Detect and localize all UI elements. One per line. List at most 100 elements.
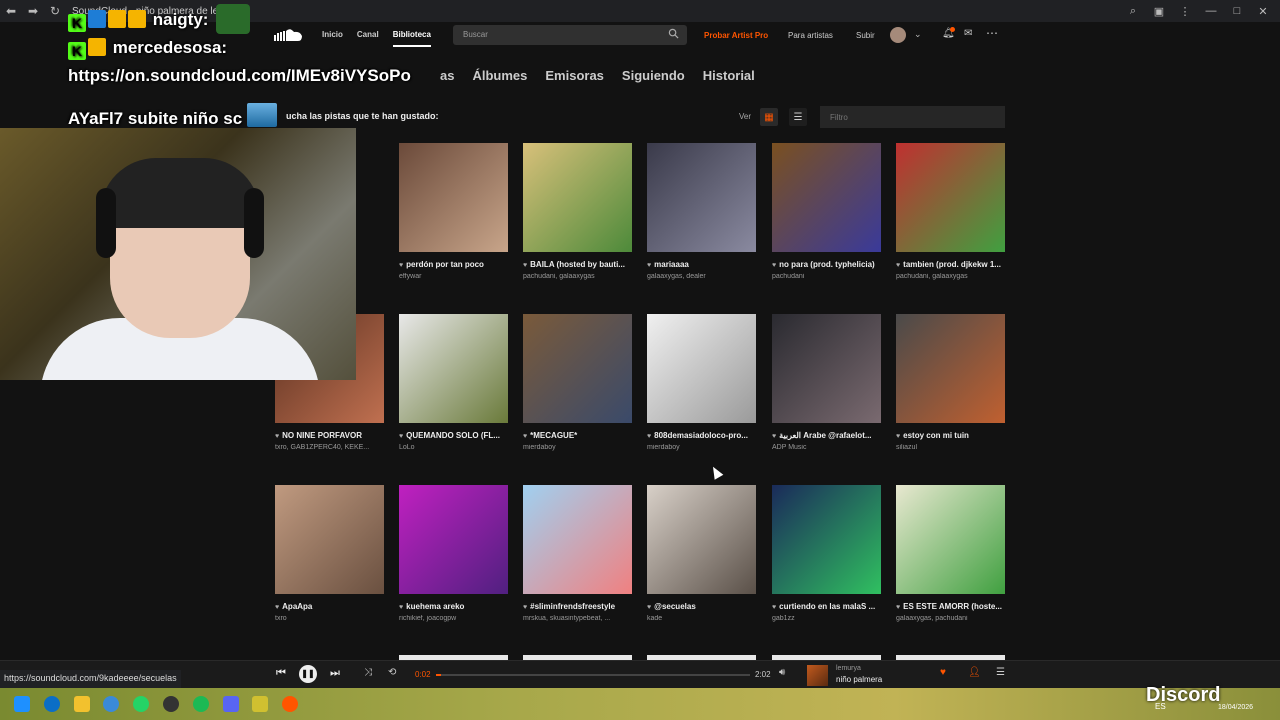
track-user[interactable]: pachudani, galaaxygas bbox=[523, 273, 632, 280]
search-input[interactable]: Buscar bbox=[453, 25, 687, 45]
track-artwork[interactable] bbox=[647, 485, 756, 594]
track-title[interactable]: ♥ estoy con mi tuin bbox=[896, 431, 1005, 440]
spotify-icon[interactable] bbox=[193, 696, 209, 712]
track-artwork[interactable] bbox=[275, 485, 384, 594]
track-artwork[interactable] bbox=[523, 485, 632, 594]
tab-albumes[interactable]: Álbumes bbox=[472, 68, 527, 83]
heart-icon[interactable]: ♥ bbox=[940, 667, 946, 678]
track-tile[interactable]: ♥ *MECAGUE* mierdaboy bbox=[523, 314, 632, 451]
track-tile[interactable]: ♥ #sliminfrendsfreestyle mrskua, skuasinty… bbox=[523, 485, 632, 622]
heart-icon[interactable]: ♥ bbox=[275, 433, 279, 440]
heart-icon[interactable]: ♥ bbox=[896, 433, 900, 440]
heart-icon[interactable]: ♥ bbox=[647, 604, 651, 611]
screen-icon[interactable]: ▣ bbox=[1148, 5, 1170, 18]
track-user[interactable]: txro, GAB1ZPERC40, KEKE... bbox=[275, 444, 384, 451]
now-playing-title[interactable]: niño palmera bbox=[836, 675, 882, 684]
follow-icon[interactable]: 👤︎ bbox=[968, 667, 981, 678]
track-title-text[interactable]: kuehema areko bbox=[406, 602, 464, 611]
windows-start-icon[interactable] bbox=[14, 696, 30, 712]
track-title[interactable]: ♥ kuehema areko bbox=[399, 602, 508, 611]
track-title[interactable]: ♥ ApaApa bbox=[275, 602, 384, 611]
heart-icon[interactable]: ♥ bbox=[523, 433, 527, 440]
tab-listas[interactable]: as bbox=[440, 68, 454, 83]
explorer-icon[interactable] bbox=[74, 696, 90, 712]
heart-icon[interactable]: ♥ bbox=[399, 433, 403, 440]
app-icon[interactable] bbox=[252, 696, 268, 712]
tab-historial[interactable]: Historial bbox=[703, 68, 755, 83]
track-title[interactable]: ♥ 808demasiadoloco-pro... bbox=[647, 431, 756, 440]
heart-icon[interactable]: ♥ bbox=[523, 604, 527, 611]
zoom-icon[interactable]: ⌕ bbox=[1122, 5, 1144, 18]
heart-icon[interactable]: ♥ bbox=[772, 433, 776, 440]
track-user[interactable]: siliazul bbox=[896, 444, 1005, 451]
track-tile[interactable]: ♥ perdón por tan poco effywar bbox=[399, 143, 508, 280]
track-tile[interactable]: ♥ العربية Arabe @rafaelot... ADP Music bbox=[772, 314, 881, 451]
track-tile[interactable]: ♥ QUEMANDO SOLO (FL... LoLo bbox=[399, 314, 508, 451]
minimize-icon[interactable]: — bbox=[1200, 5, 1222, 18]
track-title[interactable]: ♥ curtiendo en las malaS ... bbox=[772, 602, 881, 611]
track-title[interactable]: ♥ QUEMANDO SOLO (FL... bbox=[399, 431, 508, 440]
soundcloud-logo-icon[interactable] bbox=[274, 28, 304, 42]
menu-icon[interactable]: ⋮ bbox=[1174, 5, 1196, 18]
now-playing-artwork[interactable] bbox=[807, 665, 828, 686]
track-tile[interactable]: ♥ ApaApa txro bbox=[275, 485, 384, 622]
track-artwork[interactable] bbox=[896, 143, 1005, 252]
track-tile[interactable]: ♥ mariaaaa galaaxygas, dealer bbox=[647, 143, 756, 280]
track-user[interactable]: LoLo bbox=[399, 444, 508, 451]
track-tile[interactable]: ♥ kuehema areko richikief, joacogpw bbox=[399, 485, 508, 622]
track-title-text[interactable]: perdón por tan poco bbox=[406, 260, 484, 269]
track-title[interactable]: ♥ *MECAGUE* bbox=[523, 431, 632, 440]
nav-inicio[interactable]: Inicio bbox=[322, 30, 343, 47]
track-user[interactable]: mierdaboy bbox=[523, 444, 632, 451]
heart-icon[interactable]: ♥ bbox=[275, 604, 279, 611]
track-user[interactable]: mierdaboy bbox=[647, 444, 756, 451]
back-icon[interactable]: ⬅ bbox=[0, 4, 22, 18]
avatar[interactable] bbox=[890, 27, 906, 43]
track-artwork[interactable] bbox=[647, 143, 756, 252]
track-user[interactable]: pachudani, galaaxygas bbox=[896, 273, 1005, 280]
track-tile[interactable]: ♥ curtiendo en las malaS ... gab1zz bbox=[772, 485, 881, 622]
edge-icon[interactable] bbox=[44, 696, 60, 712]
track-artwork[interactable] bbox=[399, 143, 508, 252]
track-artwork[interactable] bbox=[772, 314, 881, 423]
track-tile[interactable]: ♥ BAILA (hosted by bauti... pachudani, gal… bbox=[523, 143, 632, 280]
track-tile[interactable]: ♥ 808demasiadoloco-pro... mierdaboy bbox=[647, 314, 756, 451]
track-title[interactable]: ♥ perdón por tan poco bbox=[399, 260, 508, 269]
reload-icon[interactable]: ↻ bbox=[44, 4, 66, 18]
track-artwork[interactable] bbox=[772, 485, 881, 594]
track-title-text[interactable]: no para (prod. typhelicia) bbox=[779, 260, 875, 269]
track-title-text[interactable]: *MECAGUE* bbox=[530, 431, 577, 440]
track-user[interactable]: galaaxygas, dealer bbox=[647, 273, 756, 280]
heart-icon[interactable]: ♥ bbox=[523, 262, 527, 269]
next-icon[interactable]: ⏭ bbox=[330, 667, 340, 680]
track-user[interactable]: txro bbox=[275, 615, 384, 622]
track-title-text[interactable]: tambien (prod. djkekw 1... bbox=[903, 260, 1001, 269]
heart-icon[interactable]: ♥ bbox=[896, 262, 900, 269]
track-title[interactable]: ♥ العربية Arabe @rafaelot... bbox=[772, 431, 881, 440]
close-icon[interactable]: ✕ bbox=[1252, 5, 1274, 18]
track-title[interactable]: ♥ tambien (prod. djkekw 1... bbox=[896, 260, 1005, 269]
list-view-icon[interactable]: ☰ bbox=[789, 108, 807, 126]
obs-icon[interactable] bbox=[163, 696, 179, 712]
language-indicator[interactable]: ES bbox=[1155, 702, 1166, 711]
track-user[interactable]: galaaxygas, pachudani bbox=[896, 615, 1005, 622]
forward-icon[interactable]: ➡ bbox=[22, 4, 44, 18]
track-artwork[interactable] bbox=[399, 314, 508, 423]
now-playing-artist[interactable]: lemurya bbox=[836, 665, 861, 672]
track-user[interactable]: effywar bbox=[399, 273, 508, 280]
heart-icon[interactable]: ♥ bbox=[772, 604, 776, 611]
track-artwork[interactable] bbox=[523, 314, 632, 423]
track-artwork[interactable] bbox=[399, 485, 508, 594]
more-icon[interactable]: ⋯ bbox=[986, 26, 998, 40]
track-user[interactable]: gab1zz bbox=[772, 615, 881, 622]
soundcloud-taskbar-icon[interactable] bbox=[282, 696, 298, 712]
discord-icon[interactable] bbox=[223, 696, 239, 712]
track-tile[interactable]: ♥ tambien (prod. djkekw 1... pachudani, ga… bbox=[896, 143, 1005, 280]
heart-icon[interactable]: ♥ bbox=[896, 604, 900, 611]
track-user[interactable]: mrskua, skuasintypebeat, ... bbox=[523, 615, 632, 622]
track-title-text[interactable]: mariaaaa bbox=[654, 260, 689, 269]
track-title[interactable]: ♥ #sliminfrendsfreestyle bbox=[523, 602, 632, 611]
track-title-text[interactable]: #sliminfrendsfreestyle bbox=[530, 602, 615, 611]
browser-icon[interactable] bbox=[103, 696, 119, 712]
track-user[interactable]: kade bbox=[647, 615, 756, 622]
